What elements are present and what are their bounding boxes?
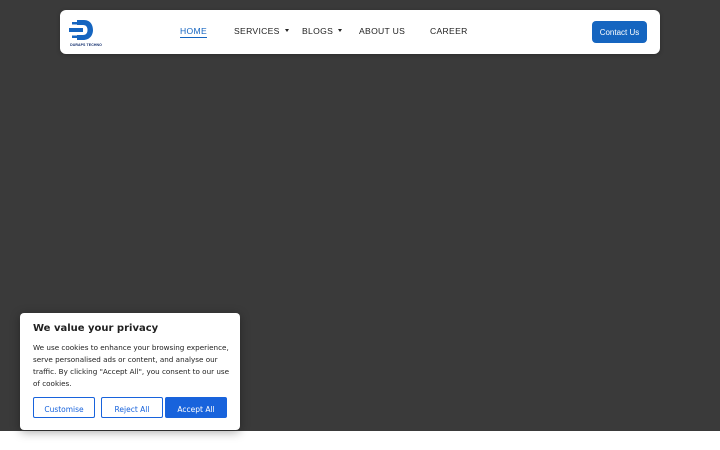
- chevron-down-icon: [284, 29, 289, 33]
- nav-blogs[interactable]: BLOGS: [302, 26, 343, 36]
- cookie-consent-banner: We value your privacy We use cookies to …: [20, 313, 240, 430]
- contact-us-button[interactable]: Contact Us: [592, 21, 647, 43]
- nav-home[interactable]: HOME: [180, 26, 207, 38]
- nav-services[interactable]: SERVICES: [234, 26, 289, 36]
- accept-all-button[interactable]: Accept All: [165, 397, 227, 418]
- reject-all-button[interactable]: Reject All: [101, 397, 163, 418]
- brand-logo-icon: [69, 20, 93, 40]
- chevron-down-icon: [338, 29, 343, 33]
- nav-career[interactable]: CAREER: [430, 26, 468, 36]
- cookie-title: We value your privacy: [33, 323, 159, 334]
- nav-about-us[interactable]: ABOUT US: [359, 26, 405, 36]
- brand-logo-text: DURAPS TECHNO: [70, 43, 102, 47]
- nav-blogs-label: BLOGS: [302, 26, 334, 36]
- top-navbar: DURAPS TECHNO HOME SERVICES BLOGS ABOUT …: [60, 10, 660, 54]
- cookie-description: We use cookies to enhance your browsing …: [33, 343, 230, 388]
- brand-logo[interactable]: DURAPS TECHNO: [66, 17, 102, 47]
- nav-services-label: SERVICES: [234, 26, 280, 36]
- customise-button[interactable]: Customise: [33, 397, 95, 418]
